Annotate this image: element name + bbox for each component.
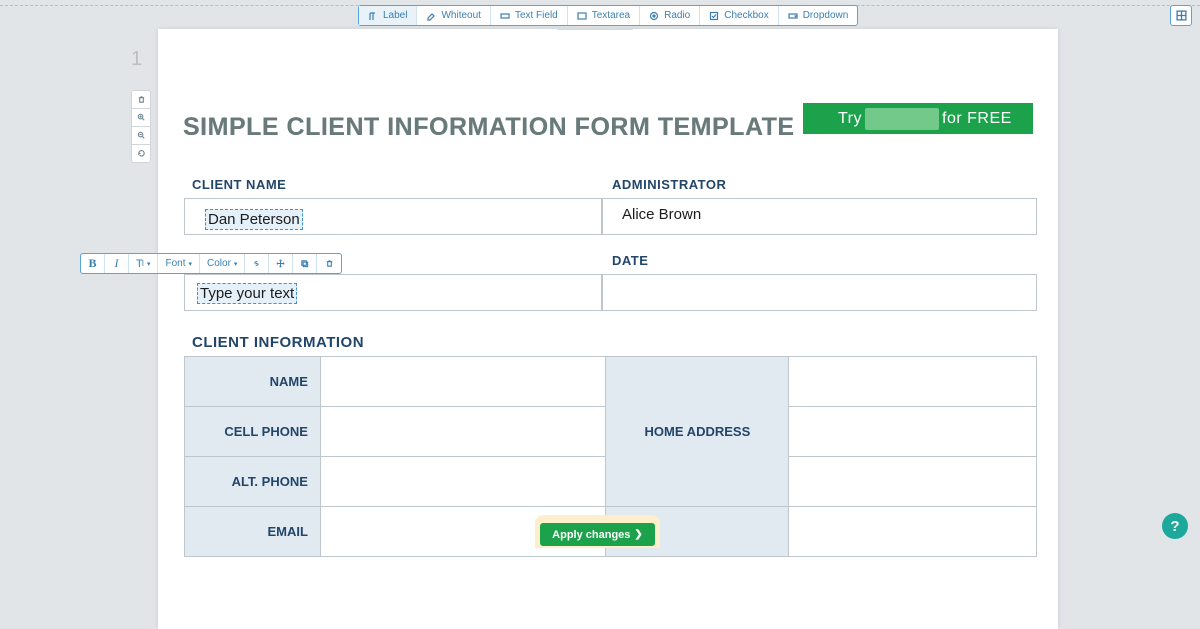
apply-changes-button[interactable]: Apply changes ❯ xyxy=(540,523,655,546)
tool-textfield[interactable]: Text Field xyxy=(491,6,568,25)
row-header-alt: ALT. PHONE xyxy=(185,457,321,507)
home-cell-4[interactable] xyxy=(789,507,1037,557)
client-name-label: CLIENT NAME xyxy=(192,177,286,192)
tool-radio-text: Radio xyxy=(664,10,690,21)
tool-textarea[interactable]: Textarea xyxy=(568,6,640,25)
table-row: NAME HOME ADDRESS xyxy=(185,357,1037,407)
tool-radio[interactable]: Radio xyxy=(640,6,700,25)
radio-icon xyxy=(649,11,659,21)
tool-whiteout[interactable]: Whiteout xyxy=(417,6,490,25)
name-cell[interactable] xyxy=(320,357,606,407)
home-cell-1[interactable] xyxy=(789,357,1037,407)
date-label: DATE xyxy=(612,253,648,268)
tool-whiteout-text: Whiteout xyxy=(441,10,480,21)
tool-label[interactable]: Label xyxy=(359,6,417,25)
apply-label: Apply changes xyxy=(552,529,630,541)
page-number: 1 xyxy=(131,48,142,71)
delete-element-button[interactable] xyxy=(317,254,341,273)
page-title-overlay: SIMPLE CLIENT INFORMATION FORM TEMPLATE xyxy=(183,113,795,142)
tool-textarea-text: Textarea xyxy=(592,10,630,21)
altphone-cell[interactable] xyxy=(320,457,606,507)
administrator-value: Alice Brown xyxy=(622,206,701,223)
grid-toggle-button[interactable] xyxy=(1170,5,1192,26)
checkbox-icon xyxy=(709,11,719,21)
label-icon xyxy=(368,11,378,21)
delete-page-button[interactable] xyxy=(132,91,150,109)
tool-checkbox[interactable]: Checkbox xyxy=(700,6,778,25)
refresh-button[interactable] xyxy=(132,145,150,163)
link-icon xyxy=(252,259,261,268)
link-button[interactable] xyxy=(245,254,269,273)
zoom-in-button[interactable] xyxy=(132,109,150,127)
element-toolbar: Label Whiteout Text Field Textarea Radio… xyxy=(358,5,858,26)
zoom-out-button[interactable] xyxy=(132,127,150,145)
administrator-label: ADMINISTRATOR xyxy=(612,177,726,192)
textfield-icon xyxy=(500,11,510,21)
tool-dropdown-text: Dropdown xyxy=(803,10,849,21)
trash-icon xyxy=(325,259,334,268)
cellphone-cell[interactable] xyxy=(320,407,606,457)
tool-dropdown[interactable]: Dropdown xyxy=(779,6,858,25)
home-cell-3[interactable] xyxy=(789,457,1037,507)
row-header-name: NAME xyxy=(185,357,321,407)
tool-label-text: Label xyxy=(383,10,407,21)
apply-changes-wrap: Apply changes ❯ xyxy=(535,515,660,548)
copy-icon xyxy=(300,259,309,268)
grid-icon xyxy=(1176,10,1187,21)
active-text-editable[interactable]: Type your text xyxy=(197,283,297,304)
row-header-home: HOME ADDRESS xyxy=(606,357,789,507)
cta-prefix: Try xyxy=(838,110,862,128)
chevron-right-icon: ❯ xyxy=(634,529,642,540)
row-header-email: EMAIL xyxy=(185,507,321,557)
cta-suffix: for FREE xyxy=(942,110,1012,128)
cta-banner[interactable]: Try for FREE xyxy=(803,103,1033,134)
text-format-toolbar: B I TI▾ Font▾ Color▾ xyxy=(80,253,342,274)
font-button[interactable]: Font▾ xyxy=(158,254,200,273)
tool-textfield-text: Text Field xyxy=(515,10,558,21)
text-size-button[interactable]: TI▾ xyxy=(129,254,158,273)
copy-button[interactable] xyxy=(293,254,317,273)
home-cell-2[interactable] xyxy=(789,407,1037,457)
textarea-icon xyxy=(577,11,587,21)
date-field[interactable] xyxy=(602,274,1037,311)
refresh-icon xyxy=(137,149,146,158)
move-icon xyxy=(276,259,285,268)
help-button[interactable]: ? xyxy=(1162,513,1188,539)
zoom-in-icon xyxy=(137,113,146,122)
italic-button[interactable]: I xyxy=(105,254,129,273)
color-button[interactable]: Color▾ xyxy=(200,254,245,273)
move-button[interactable] xyxy=(269,254,293,273)
tool-checkbox-text: Checkbox xyxy=(724,10,768,21)
zoom-out-icon xyxy=(137,131,146,140)
bold-button[interactable]: B xyxy=(81,254,105,273)
dropdown-icon xyxy=(788,11,798,21)
row-header-cell: CELL PHONE xyxy=(185,407,321,457)
cta-redacted xyxy=(865,108,939,130)
client-name-editable[interactable]: Dan Peterson xyxy=(205,209,303,230)
page-side-tools xyxy=(131,90,151,163)
trash-icon xyxy=(137,95,146,104)
eraser-icon xyxy=(426,11,436,21)
help-icon: ? xyxy=(1170,518,1179,535)
client-info-heading: CLIENT INFORMATION xyxy=(192,334,364,351)
